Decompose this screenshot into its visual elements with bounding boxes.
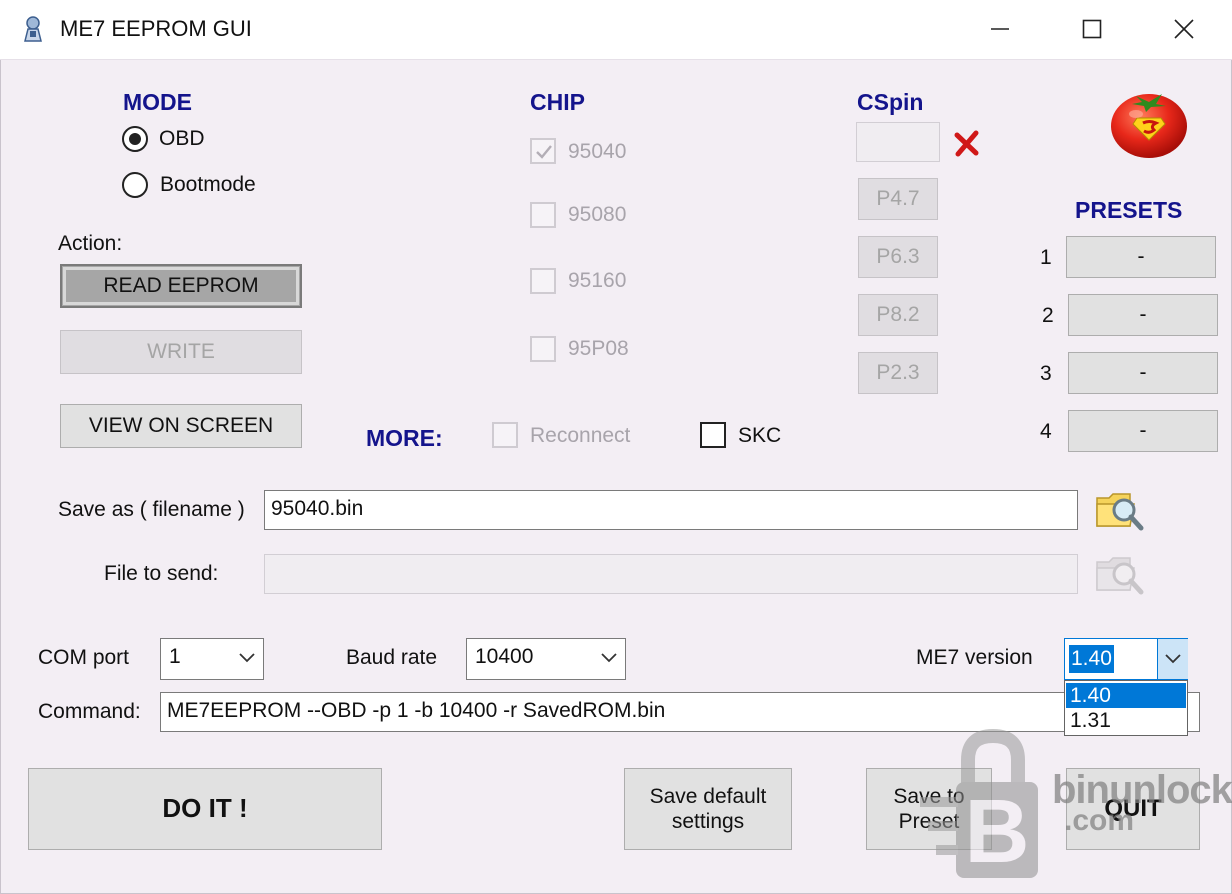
close-icon <box>1174 19 1194 39</box>
title-bar: ME7 EEPROM GUI <box>0 0 1232 60</box>
app-icon <box>20 15 46 43</box>
baud-rate-label: Baud rate <box>346 646 438 669</box>
preset-4-button[interactable]: - <box>1068 410 1218 452</box>
me7-option-131[interactable]: 1.31 <box>1066 708 1186 733</box>
preset-2-number: 2 <box>1042 304 1054 327</box>
preset-3-number: 3 <box>1040 362 1052 385</box>
save-default-line1: Save default <box>649 784 767 808</box>
chevron-down-icon <box>601 653 617 663</box>
read-eeprom-button[interactable]: READ EEPROM <box>60 264 302 308</box>
cspin-p47-button[interactable]: P4.7 <box>858 178 938 220</box>
preset-1-number: 1 <box>1040 246 1052 269</box>
save-default-settings-button[interactable]: Save default settings <box>624 768 792 850</box>
com-port-value: 1 <box>169 645 181 668</box>
minimize-icon <box>991 28 1009 30</box>
presets-title: PRESETS <box>1075 197 1183 223</box>
command-label: Command: <box>38 700 141 723</box>
window-title: ME7 EEPROM GUI <box>60 16 252 41</box>
close-button[interactable] <box>1138 0 1230 58</box>
chevron-down-icon <box>239 653 255 663</box>
me7-option-140[interactable]: 1.40 <box>1066 683 1186 708</box>
chip-95p08-label: 95P08 <box>568 337 629 360</box>
write-button[interactable]: WRITE <box>60 330 302 374</box>
do-it-button[interactable]: DO IT ! <box>28 768 382 850</box>
cspin-input[interactable] <box>856 122 940 162</box>
cspin-title: CSpin <box>857 89 924 115</box>
file-to-send-label: File to send: <box>104 562 219 585</box>
chip-95080-label: 95080 <box>568 203 627 226</box>
com-port-select[interactable]: 1 <box>160 638 264 680</box>
reconnect-checkbox[interactable] <box>492 422 518 448</box>
preset-1-button[interactable]: - <box>1066 236 1216 278</box>
skc-checkbox[interactable] <box>700 422 726 448</box>
chip-95040-label: 95040 <box>568 140 627 163</box>
save-default-line2: settings <box>671 810 745 833</box>
mode-bootmode-radio[interactable] <box>122 172 148 198</box>
watermark-text-domain: .com <box>1064 804 1135 837</box>
preset-3-button[interactable]: - <box>1068 352 1218 394</box>
error-x-icon <box>952 128 982 163</box>
me7-version-label: ME7 version <box>916 646 1033 669</box>
mode-obd-radio[interactable] <box>122 126 148 152</box>
maximize-icon <box>1082 19 1102 39</box>
tomato-logo-icon <box>1106 82 1192 167</box>
view-on-screen-button[interactable]: VIEW ON SCREEN <box>60 404 302 448</box>
action-label: Action: <box>58 232 123 255</box>
me7-version-dropdown-button[interactable] <box>1157 639 1188 679</box>
baud-rate-select[interactable]: 10400 <box>466 638 626 680</box>
preset-4-number: 4 <box>1040 420 1052 443</box>
com-port-label: COM port <box>38 646 130 669</box>
cspin-p82-button[interactable]: P8.2 <box>858 294 938 336</box>
maximize-button[interactable] <box>1046 0 1138 58</box>
save-as-label: Save as ( filename ) <box>58 498 245 521</box>
chip-95160-label: 95160 <box>568 269 627 292</box>
chip-95160-checkbox[interactable] <box>530 268 556 294</box>
chip-95p08-checkbox[interactable] <box>530 336 556 362</box>
watermark-lock-icon: B <box>918 724 1068 884</box>
cspin-p63-button[interactable]: P6.3 <box>858 236 938 278</box>
mode-obd-label[interactable]: OBD <box>159 127 205 151</box>
me7-version-value: 1.40 <box>1069 645 1114 673</box>
save-as-input[interactable]: 95040.bin <box>264 490 1078 530</box>
browse-save-folder-icon[interactable] <box>1094 486 1146 539</box>
chip-95080-checkbox[interactable] <box>530 202 556 228</box>
svg-text:B: B <box>965 782 1030 882</box>
browse-send-folder-icon[interactable] <box>1094 550 1146 603</box>
reconnect-label: Reconnect <box>530 424 631 447</box>
more-label: MORE: <box>366 425 443 451</box>
cspin-p23-button[interactable]: P2.3 <box>858 352 938 394</box>
baud-rate-value: 10400 <box>475 645 534 668</box>
checkmark-icon <box>536 145 552 159</box>
chevron-down-icon <box>1165 654 1181 664</box>
skc-label[interactable]: SKC <box>738 424 781 448</box>
me7-version-dropdown-list: 1.40 1.31 <box>1064 680 1188 736</box>
minimize-button[interactable] <box>954 0 1046 58</box>
preset-2-button[interactable]: - <box>1068 294 1218 336</box>
mode-title: MODE <box>123 89 192 115</box>
chip-95040-checkbox[interactable] <box>530 138 556 164</box>
mode-bootmode-label[interactable]: Bootmode <box>160 173 256 197</box>
file-to-send-input[interactable] <box>264 554 1078 594</box>
chip-title: CHIP <box>530 89 585 115</box>
me7-version-select[interactable]: 1.40 <box>1064 638 1188 680</box>
